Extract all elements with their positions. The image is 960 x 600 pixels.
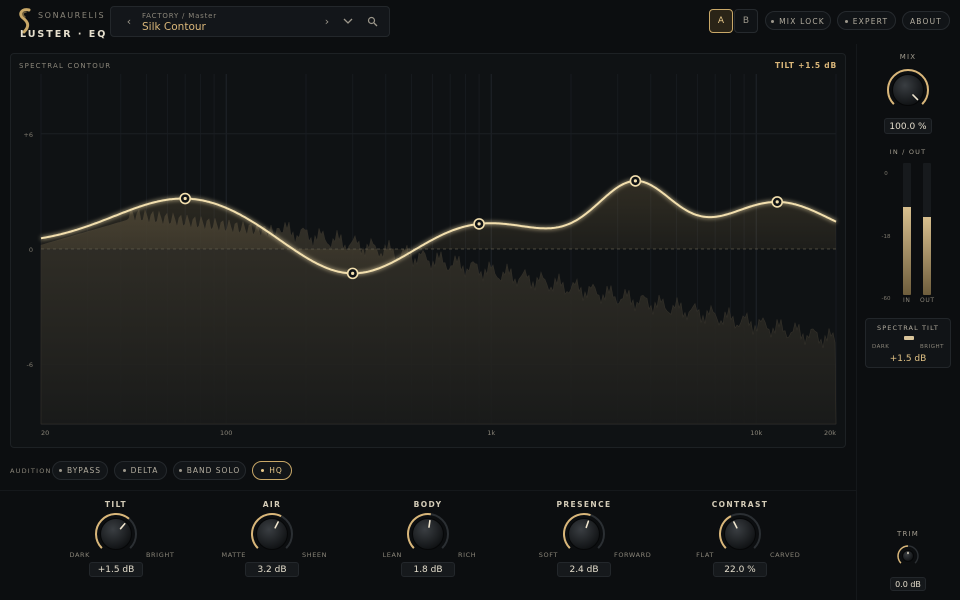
presence-knob[interactable] <box>562 512 606 556</box>
knob-left-label: MATTE <box>221 551 246 559</box>
knob-right-label: SHEEN <box>302 551 328 559</box>
input-meter <box>903 163 911 295</box>
spectral-tilt-value: +1.5 dB <box>889 354 927 364</box>
ab-slot-b-label: B <box>742 16 750 26</box>
knob-right-label: FORWARD <box>614 551 652 559</box>
knob-value-air[interactable]: 3.2 dB <box>245 562 299 577</box>
frequency-label: 10k <box>750 429 762 437</box>
delta-label: DELTA <box>130 466 159 475</box>
knob-left-label: FLAT <box>696 551 714 559</box>
output-meter-level <box>923 217 931 295</box>
preset-name[interactable]: Silk Contour <box>142 21 206 33</box>
knob-value-presence[interactable]: 2.4 dB <box>557 562 611 577</box>
mix-lock-button[interactable]: MIX LOCK <box>765 11 831 30</box>
knob-left-label: SOFT <box>538 551 558 559</box>
knob-right-label: BRIGHT <box>146 551 175 559</box>
spectral-tilt-dark-label: DARK <box>872 344 890 350</box>
preset-prev-button[interactable]: ‹ <box>120 7 138 36</box>
knob-title-body: BODY <box>413 500 443 509</box>
output-meter <box>923 163 931 295</box>
preset-path: FACTORY / Master <box>142 12 217 20</box>
bypass-button[interactable]: BYPASS <box>52 461 108 480</box>
knob-right-label: CARVED <box>770 551 801 559</box>
about-label: ABOUT <box>909 17 943 26</box>
band-solo-dot-icon <box>178 468 182 472</box>
bypass-dot-icon <box>58 468 62 472</box>
spectral-tilt-box: SPECTRAL TILT DARK BRIGHT +1.5 dB <box>865 318 951 368</box>
trim-value[interactable]: 0.0 dB <box>890 577 926 591</box>
spectral-tilt-indicator <box>904 336 914 340</box>
ab-slot-b-button[interactable]: B <box>734 9 758 33</box>
spectral-tilt-bright-label: BRIGHT <box>920 344 944 350</box>
mix-lock-dot-icon <box>771 19 775 23</box>
divider <box>856 44 857 600</box>
knob-title-tilt: TILT <box>104 500 128 509</box>
air-knob[interactable] <box>250 512 294 556</box>
db-scale-label: +6 <box>23 131 33 139</box>
spectrum-display[interactable]: +6 0 -6 20 100 1k 10k 20k <box>11 54 846 448</box>
db-scale-label: 0 <box>29 246 33 254</box>
eq-band-node-5[interactable] <box>771 196 784 208</box>
eq-band-node-3[interactable] <box>473 218 485 230</box>
trim-title: TRIM <box>896 530 920 538</box>
band-solo-button[interactable]: BAND SOLO <box>173 461 246 480</box>
meter-tick: -60 <box>881 296 891 302</box>
expert-button[interactable]: EXPERT <box>837 11 896 30</box>
ab-slot-a-button[interactable]: A <box>709 9 733 33</box>
about-button[interactable]: ABOUT <box>902 11 950 30</box>
tilt-knob[interactable] <box>94 512 138 556</box>
eq-band-node-1[interactable] <box>179 192 191 205</box>
frequency-label: 100 <box>220 429 232 437</box>
hq-dot-icon <box>261 468 265 472</box>
product-name: LUSTER · EQ <box>20 29 108 40</box>
eq-band-node-4[interactable] <box>629 175 642 187</box>
panel-title: SPECTRAL CONTOUR <box>19 62 112 70</box>
spectrum-panel: +6 0 -6 20 100 1k 10k 20k SPECTRAL CONTOUR TILT… <box>10 53 846 448</box>
hq-label: HQ <box>269 466 283 475</box>
frequency-label: 1k <box>487 429 495 437</box>
preset-browser: ‹ FACTORY / Master Silk Contour › <box>110 6 390 37</box>
mix-title: MIX <box>899 53 917 61</box>
input-meter-label: IN <box>903 297 911 304</box>
tilt-readout: TILT +1.5 dB <box>774 61 837 70</box>
band-solo-label: BAND SOLO <box>186 466 241 475</box>
input-meter-level <box>903 206 911 295</box>
audition-label: AUDITION <box>10 467 52 475</box>
knob-value-contrast[interactable]: 22.0 % <box>713 562 767 577</box>
expert-label: EXPERT <box>852 17 889 26</box>
spectral-tilt-title: SPECTRAL TILT <box>877 324 939 332</box>
search-icon[interactable] <box>367 16 378 27</box>
meter-tick: -18 <box>881 234 891 240</box>
meter-tick: 0 <box>884 171 888 177</box>
eq-band-node-2[interactable] <box>346 267 359 280</box>
frequency-label: 20k <box>824 429 836 437</box>
meter-title: IN / OUT <box>889 148 927 156</box>
preset-next-button[interactable]: › <box>318 7 336 36</box>
db-scale-label: -6 <box>27 361 33 369</box>
divider <box>0 490 856 491</box>
knob-value-body[interactable]: 1.8 dB <box>401 562 455 577</box>
knob-value-tilt[interactable]: +1.5 dB <box>89 562 143 577</box>
delta-button[interactable]: DELTA <box>114 461 167 480</box>
knob-left-label: LEAN <box>382 551 402 559</box>
knob-right-label: RICH <box>458 551 477 559</box>
hq-button[interactable]: HQ <box>252 461 292 480</box>
body-knob[interactable] <box>406 512 450 556</box>
expert-dot-icon <box>844 19 848 23</box>
knob-left-label: DARK <box>69 551 90 559</box>
mix-lock-label: MIX LOCK <box>779 17 825 26</box>
brand-name: SONAURELIS <box>38 11 106 20</box>
trim-knob[interactable] <box>896 544 920 568</box>
frequency-label: 20 <box>41 429 49 437</box>
contrast-knob[interactable] <box>718 512 762 556</box>
bypass-label: BYPASS <box>66 466 101 475</box>
delta-dot-icon <box>122 468 126 472</box>
mix-knob[interactable] <box>886 68 930 112</box>
mix-value[interactable]: 100.0 % <box>884 118 932 134</box>
knob-title-presence: PRESENCE <box>556 500 612 509</box>
knob-title-air: AIR <box>262 500 282 509</box>
knob-title-contrast: CONTRAST <box>711 500 769 509</box>
output-meter-label: OUT <box>920 297 935 304</box>
chevron-down-icon[interactable] <box>342 16 354 26</box>
